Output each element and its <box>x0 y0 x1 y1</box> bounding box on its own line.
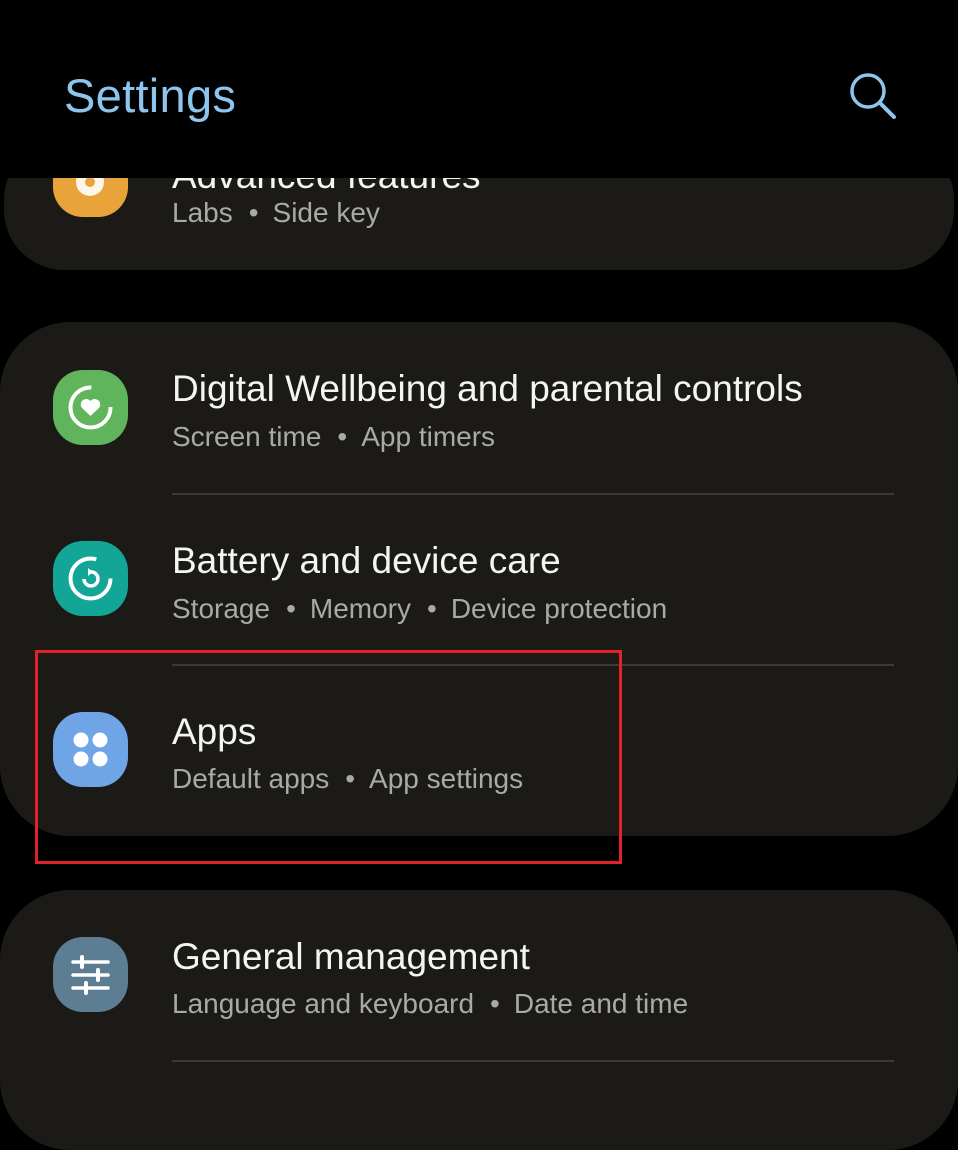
separator-dot: • <box>337 421 348 452</box>
subtitle-part: Device protection <box>450 593 668 624</box>
subtitle-part: Screen time <box>172 421 322 452</box>
app-header: Settings <box>0 0 958 178</box>
sliders-icon <box>53 937 128 1012</box>
subtitle-part: Side key <box>272 197 380 228</box>
settings-item-digital-wellbeing[interactable]: Digital Wellbeing and parental controls … <box>0 350 958 495</box>
subtitle-part: Language and keyboard <box>172 988 475 1019</box>
item-subtitle: Language and keyboard • Date and time <box>172 987 688 1021</box>
item-subtitle: Storage • Memory • Device protection <box>172 592 667 626</box>
highlight-box <box>35 650 622 864</box>
item-subtitle: Screen time • App timers <box>172 420 495 454</box>
subtitle-part: Memory <box>309 593 412 624</box>
refresh-circle-icon <box>53 541 128 616</box>
heart-circle-icon <box>53 370 128 445</box>
subtitle-part: Labs <box>172 197 233 228</box>
separator-dot: • <box>248 197 259 228</box>
settings-item-battery-device-care[interactable]: Battery and device care Storage • Memory • D… <box>0 522 958 667</box>
item-title: Digital Wellbeing and parental controls <box>172 368 803 409</box>
separator-dot: • <box>286 593 296 624</box>
item-subtitle: Labs • Side key <box>172 196 380 230</box>
subtitle-part: Storage <box>172 593 271 624</box>
subtitle-part: Date and time <box>513 988 689 1019</box>
separator-dot: • <box>490 988 500 1019</box>
item-title: Battery and device care <box>172 540 561 581</box>
item-title: General management <box>172 936 530 977</box>
separator-dot: • <box>427 593 437 624</box>
divider <box>172 1060 894 1062</box>
search-icon[interactable] <box>842 66 902 126</box>
divider <box>172 493 894 495</box>
page-title: Settings <box>64 69 237 122</box>
search-button[interactable] <box>842 66 902 126</box>
subtitle-part: App timers <box>361 421 496 452</box>
settings-item-general-management[interactable]: General management Language and keyboard… <box>0 918 958 1063</box>
